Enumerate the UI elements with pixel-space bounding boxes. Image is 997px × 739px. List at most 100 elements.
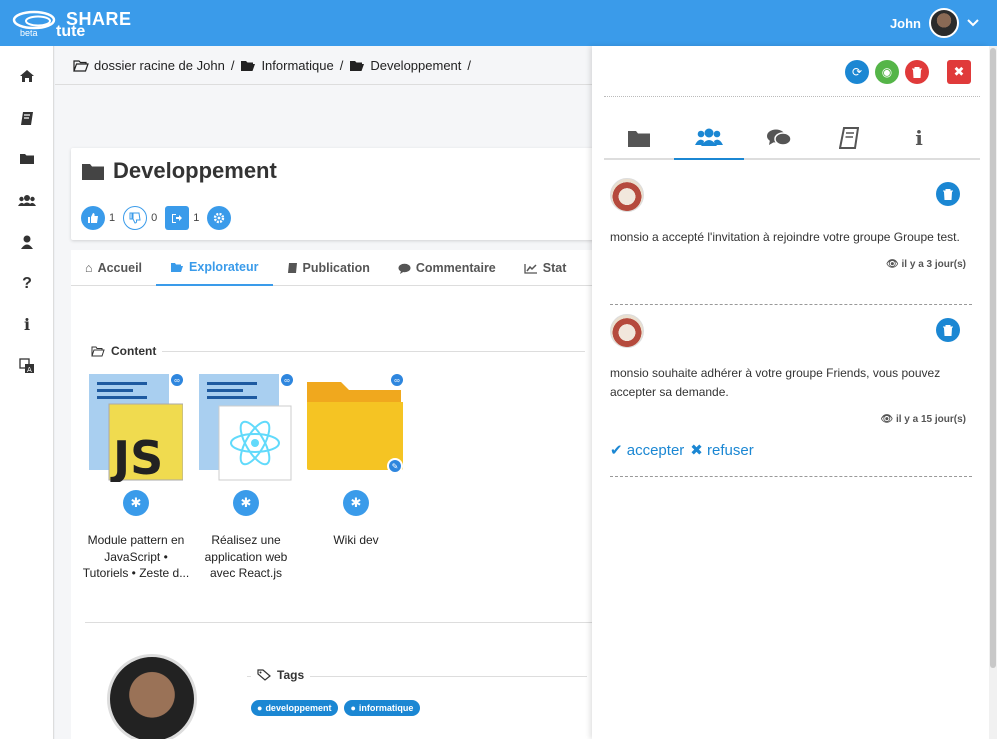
users-icon [695,128,723,146]
book-icon[interactable] [15,106,39,130]
notification-avatar[interactable] [610,314,644,348]
content-item-wiki[interactable]: ∞ ✎ ✱ Wiki dev [301,372,411,549]
share-button[interactable] [165,206,190,230]
home-icon: ⌂ [85,261,93,275]
panel-tab-groups[interactable] [674,116,744,160]
svg-text:A: A [27,366,32,374]
link-icon[interactable]: ∞ [169,372,185,388]
notification-avatar[interactable] [610,178,644,212]
refuse-label: refuser [707,442,754,459]
users-icon[interactable] [15,188,39,212]
tab-publication[interactable]: Publication [273,250,384,286]
notification-text: monsio a accepté l'invitation à rejoindr… [610,230,960,244]
user-avatar [929,8,959,38]
gear-icon [214,212,225,224]
folder-tabs: ⌂ Accueil Explorateur Publication Commen… [71,250,595,286]
home-icon[interactable] [15,64,39,88]
tags-icon [257,669,271,681]
scrollbar[interactable] [989,46,997,739]
item-settings-button[interactable]: ✱ [233,490,259,516]
help-icon[interactable]: ? [15,272,39,296]
folder-icon [82,163,104,180]
like-count: 1 [109,212,116,224]
check-icon: ✔ [610,442,623,459]
scrollbar-thumb[interactable] [990,48,996,668]
comments-icon [767,129,792,146]
view-button[interactable]: ◉ [875,60,899,84]
item-settings-button[interactable]: ✱ [343,490,369,516]
dislike-button[interactable] [123,206,148,230]
tag-label: informatique [358,703,414,713]
link-icon[interactable]: ∞ [389,372,405,388]
comment-icon [398,263,411,274]
document-react-icon [199,374,292,481]
panel-tab-publications[interactable] [814,116,884,160]
folder-title-text: Developpement [113,158,277,183]
item-title[interactable]: Module pattern en JavaScript • Tutoriels… [81,532,191,582]
folder-icon[interactable] [15,146,39,170]
delete-all-button[interactable] [905,60,929,84]
tab-label: Commentaire [415,261,496,275]
thumbs-up-icon [88,213,98,223]
tag-informatique[interactable]: ● informatique [344,700,421,716]
tab-accueil[interactable]: ⌂ Accueil [71,250,156,286]
folder-open-icon [171,262,184,272]
refresh-button[interactable]: ⟳ [845,60,869,84]
close-icon: ✖ [690,442,703,459]
settings-button[interactable] [207,206,232,230]
info-icon[interactable]: i [15,312,39,336]
book-icon [287,263,297,273]
tags-legend: Tags [251,668,311,682]
panel-tab-messages[interactable] [744,116,814,160]
gear-icon: ✱ [240,495,252,510]
notification-time: 👁 il y a 15 jour(s) [610,414,972,425]
owner-avatar[interactable] [107,654,197,739]
divider [604,96,980,97]
content-item-react[interactable]: ∞ ✱ Réalisez une application web avec Re… [191,372,301,582]
delete-notification-button[interactable] [936,182,960,206]
delete-notification-button[interactable] [936,318,960,342]
eye-icon: 👁 [886,259,899,270]
panel-tab-folders[interactable] [604,116,674,160]
main-content: dossier racine de John / Informatique / … [55,46,595,739]
edit-icon[interactable]: ✎ [387,458,403,474]
book-icon [839,127,859,149]
item-title[interactable]: Réalisez une application web avec React.… [191,532,301,582]
notification-text: monsio souhaite adhérer à votre groupe F… [610,366,941,399]
breadcrumb: dossier racine de John / Informatique / … [73,58,473,73]
eye-icon: ◉ [881,65,893,79]
translate-icon[interactable]: A [15,354,39,378]
user-icon[interactable] [15,230,39,254]
refuse-button[interactable]: ✖ refuser [690,441,753,459]
close-panel-button[interactable]: ✖ [947,60,971,84]
accept-button[interactable]: ✔ accepter [610,441,684,459]
share-icon [172,214,183,223]
trash-icon [943,188,953,200]
breadcrumb-item-informatique[interactable]: Informatique [240,58,334,73]
tag-developpement[interactable]: ● developpement [251,700,339,716]
like-button[interactable] [81,206,105,230]
breadcrumb-item-root[interactable]: dossier racine de John [73,58,225,73]
user-menu[interactable]: John [890,7,979,39]
content-item-js[interactable]: JS ∞ ✱ Module pattern en JavaScript • Tu… [81,372,191,582]
item-title[interactable]: Wiki dev [301,532,411,549]
item-settings-button[interactable]: ✱ [123,490,149,516]
notification-time-text: il y a 15 jour(s) [895,414,966,425]
chevron-down-icon[interactable] [967,19,979,27]
link-icon[interactable]: ∞ [279,372,295,388]
breadcrumb-label: Developpement [370,58,462,73]
user-name: John [889,15,921,31]
folder-open-icon [241,61,256,71]
tab-commentaire[interactable]: Commentaire [384,250,510,286]
trash-icon [912,66,922,78]
sharetute-logo[interactable]: SHARE tute beta [12,6,142,40]
tab-explorateur[interactable]: Explorateur [156,250,273,286]
panel-tab-info[interactable]: i [884,116,954,160]
breadcrumb-item-developpement[interactable]: Developpement [349,58,461,73]
notification-panel: ⟳ ◉ ✖ i monsio a accepté l'invitation à … [592,46,989,739]
tab-stat[interactable]: Stat [510,250,581,286]
panel-actions: ⟳ ◉ ✖ [845,60,971,84]
sidebar: ? i A [0,46,54,739]
folder-open-icon [350,61,365,71]
content-legend-label: Content [111,344,157,358]
